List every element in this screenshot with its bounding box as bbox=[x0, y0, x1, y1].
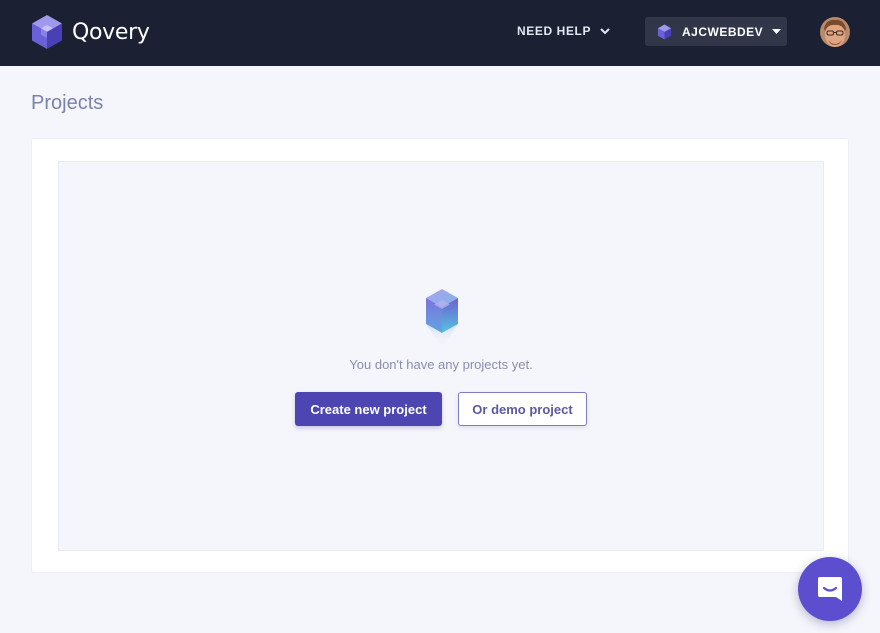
caret-down-icon bbox=[772, 28, 782, 34]
organization-name: AJCWEBDEV bbox=[682, 24, 764, 39]
chat-smile-icon bbox=[818, 577, 842, 601]
brand-name: Qovery bbox=[72, 19, 150, 45]
projects-card: You don't have any projects yet. Create … bbox=[31, 138, 849, 573]
user-avatar[interactable] bbox=[820, 17, 850, 47]
top-navigation-bar: Qovery NEED HELP AJCWEBDEV bbox=[0, 0, 880, 66]
need-help-dropdown[interactable]: NEED HELP bbox=[517, 24, 610, 38]
qovery-cube-icon bbox=[657, 24, 672, 39]
demo-project-button[interactable]: Or demo project bbox=[458, 392, 587, 426]
page-title: Projects bbox=[31, 92, 104, 114]
empty-state-message: You don't have any projects yet. bbox=[349, 357, 533, 372]
user-avatar-image bbox=[820, 17, 850, 47]
brand-logo[interactable]: Qovery bbox=[30, 14, 150, 50]
empty-state: You don't have any projects yet. Create … bbox=[58, 161, 824, 551]
create-new-project-button[interactable]: Create new project bbox=[295, 392, 442, 426]
hexagon-cube-icon bbox=[423, 287, 461, 349]
qovery-cube-icon bbox=[32, 15, 62, 49]
chat-launcher-button[interactable] bbox=[798, 557, 862, 621]
chevron-down-icon bbox=[600, 27, 610, 34]
organization-switcher[interactable]: AJCWEBDEV bbox=[645, 17, 787, 46]
need-help-label: NEED HELP bbox=[517, 24, 592, 38]
